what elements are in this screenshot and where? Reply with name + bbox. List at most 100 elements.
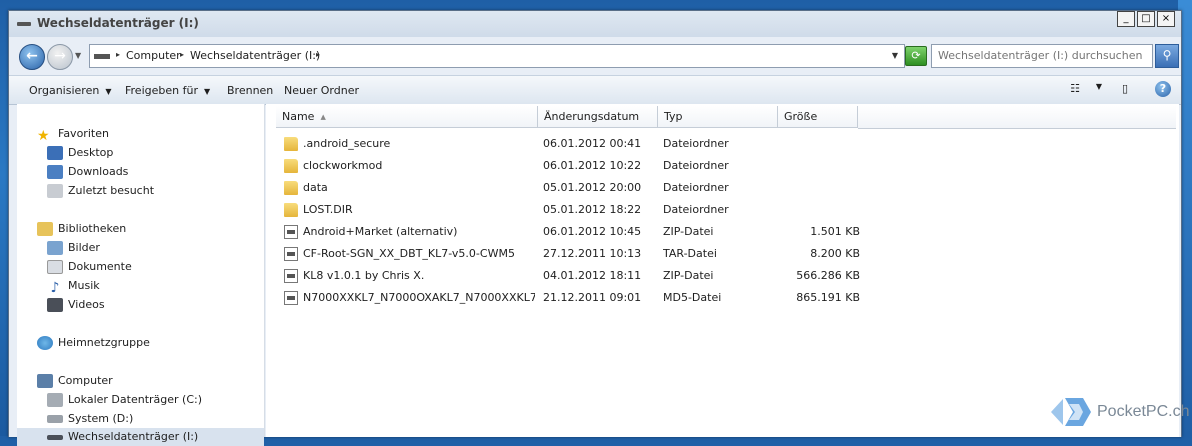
breadcrumb-removable-drive[interactable]: Wechseldatenträger (I:) — [190, 49, 320, 62]
nav-label: Downloads — [68, 165, 129, 178]
file-row[interactable]: KL8 v1.0.1 by Chris X. 04.01.2012 18:11 ZI… — [266, 265, 1179, 287]
new-folder-button[interactable]: Neuer Ordner — [284, 84, 359, 97]
file-date: 04.01.2012 18:11 — [543, 269, 642, 282]
refresh-button[interactable]: ⟳ — [905, 46, 927, 66]
back-button[interactable]: ← — [19, 44, 45, 70]
address-row: ← → ▼ ▸ Computer ▸ Wechseldatenträger (I… — [9, 41, 1181, 71]
downloads-icon — [47, 165, 63, 179]
file-row[interactable]: clockworkmod 06.01.2012 10:22 Dateiordner — [266, 155, 1179, 177]
file-row[interactable]: .android_secure 06.01.2012 00:41 Dateiordn… — [266, 133, 1179, 155]
nav-label: Musik — [68, 279, 100, 292]
nav-recent[interactable]: Zuletzt besucht — [47, 182, 154, 200]
close-button[interactable]: × — [1157, 11, 1175, 27]
file-type: Dateiordner — [663, 181, 729, 194]
file-row[interactable]: data 05.01.2012 20:00 Dateiordner — [266, 177, 1179, 199]
nav-homegroup[interactable]: Heimnetzgruppe — [37, 334, 150, 352]
hard-drive-icon — [47, 415, 63, 423]
dropdown-arrow-icon: ▼ — [105, 87, 112, 96]
history-dropdown-icon[interactable]: ▼ — [75, 51, 81, 60]
window-controls: _ □ × — [1117, 11, 1175, 27]
archive-file-icon — [284, 269, 298, 283]
star-icon: ★ — [37, 128, 50, 144]
nav-pictures[interactable]: Bilder — [47, 239, 100, 257]
preview-pane-icon[interactable]: ▯ — [1117, 82, 1133, 96]
chevron-right-icon[interactable]: ▸ — [116, 50, 120, 59]
file-name: data — [303, 181, 328, 194]
column-header-type[interactable]: Typ — [658, 106, 778, 128]
help-icon[interactable]: ? — [1155, 81, 1171, 97]
view-options-icon[interactable]: ☷ — [1067, 82, 1083, 96]
view-dropdown-icon[interactable]: ▼ — [1091, 82, 1107, 96]
search-input[interactable] — [932, 45, 1150, 65]
nav-documents[interactable]: Dokumente — [47, 258, 132, 276]
file-date: 05.01.2012 18:22 — [543, 203, 642, 216]
search-icon[interactable]: ⚲ — [1155, 44, 1179, 68]
computer-icon — [37, 374, 53, 388]
file-row[interactable]: CF-Root-SGN_XX_DBT_KL7-v5.0-CWM5 27.12.20… — [266, 243, 1179, 265]
libraries-icon — [37, 222, 53, 236]
file-date: 05.01.2012 20:00 — [543, 181, 642, 194]
nav-removable-drive-i[interactable]: Wechseldatenträger (I:) — [17, 428, 264, 446]
burn-button[interactable]: Brennen — [227, 84, 273, 97]
chevron-right-icon[interactable]: ▸ — [180, 50, 184, 59]
nav-label: Lokaler Datenträger (C:) — [68, 393, 203, 406]
nav-downloads[interactable]: Downloads — [47, 163, 128, 181]
chevron-right-icon[interactable]: ▸ — [316, 50, 320, 59]
file-type: ZIP-Datei — [663, 269, 714, 282]
nav-desktop[interactable]: Desktop — [47, 144, 113, 162]
nav-label: Videos — [68, 298, 105, 311]
nav-local-drive-c[interactable]: Lokaler Datenträger (C:) — [47, 391, 202, 409]
nav-label: Bibliotheken — [58, 222, 127, 235]
column-header-date[interactable]: Änderungsdatum — [538, 106, 658, 128]
nav-favorites[interactable]: ★ Favoriten — [37, 125, 109, 144]
nav-computer[interactable]: Computer — [37, 372, 113, 390]
nav-label: Computer — [58, 374, 113, 387]
nav-label: Wechseldatenträger (I:) — [68, 430, 199, 443]
file-size: 1.501 KB — [810, 225, 860, 238]
navigation-pane: ★ Favoriten Desktop Downloads Zuletzt bes… — [17, 104, 265, 446]
nav-music[interactable]: ♪ Musik — [47, 277, 100, 296]
address-bar[interactable]: ▸ Computer ▸ Wechseldatenträger (I:) ▸ ▼ — [89, 44, 905, 68]
folder-icon — [284, 137, 298, 151]
organize-button[interactable]: Organisieren ▼ — [29, 84, 111, 97]
desktop-icon — [47, 146, 63, 160]
file-name: Android+Market (alternativ) — [303, 225, 458, 238]
share-button[interactable]: Freigeben für ▼ — [125, 84, 210, 97]
file-date: 06.01.2012 10:22 — [543, 159, 642, 172]
watermark: PocketPC.ch — [1049, 395, 1189, 429]
hard-drive-icon — [47, 393, 63, 407]
removable-drive-icon — [47, 434, 63, 440]
videos-icon — [47, 298, 63, 312]
search-box[interactable] — [931, 44, 1153, 68]
recent-places-icon — [47, 184, 63, 198]
column-header-name[interactable]: Name ▲ — [276, 106, 538, 128]
homegroup-icon — [37, 336, 53, 350]
nav-videos[interactable]: Videos — [47, 296, 105, 314]
watermark-text: PocketPC.ch — [1097, 403, 1190, 420]
title-bar[interactable]: Wechseldatenträger (I:) _ □ × — [9, 11, 1181, 37]
folder-icon — [284, 203, 298, 217]
nav-system-d[interactable]: System (D:) — [47, 410, 133, 428]
file-date: 06.01.2012 00:41 — [543, 137, 642, 150]
nav-label: Bilder — [68, 241, 100, 254]
drive-icon — [94, 54, 110, 59]
file-row[interactable]: N7000XXKL7_N7000OXAKL7_N7000XXKL7_H... 21… — [266, 287, 1179, 309]
address-dropdown-icon[interactable]: ▼ — [892, 51, 898, 60]
column-header-size[interactable]: Größe — [778, 106, 858, 128]
forward-button[interactable]: → — [47, 44, 73, 70]
share-label: Freigeben für — [125, 84, 198, 97]
window-title: Wechseldatenträger (I:) — [37, 16, 199, 30]
file-type: MD5-Datei — [663, 291, 722, 304]
nav-libraries[interactable]: Bibliotheken — [37, 220, 126, 238]
sort-ascending-icon: ▲ — [320, 113, 326, 121]
maximize-button[interactable]: □ — [1137, 11, 1155, 27]
file-row[interactable]: Android+Market (alternativ) 06.01.2012 10… — [266, 221, 1179, 243]
file-row[interactable]: LOST.DIR 05.01.2012 18:22 Dateiordner — [266, 199, 1179, 221]
file-name: clockworkmod — [303, 159, 383, 172]
breadcrumb-computer[interactable]: Computer — [126, 49, 181, 62]
file-date: 21.12.2011 09:01 — [543, 291, 642, 304]
file-name: N7000XXKL7_N7000OXAKL7_N7000XXKL7_H... — [303, 291, 535, 304]
minimize-button[interactable]: _ — [1117, 11, 1135, 27]
file-name: .android_secure — [303, 137, 391, 150]
nav-label: Dokumente — [68, 260, 132, 273]
